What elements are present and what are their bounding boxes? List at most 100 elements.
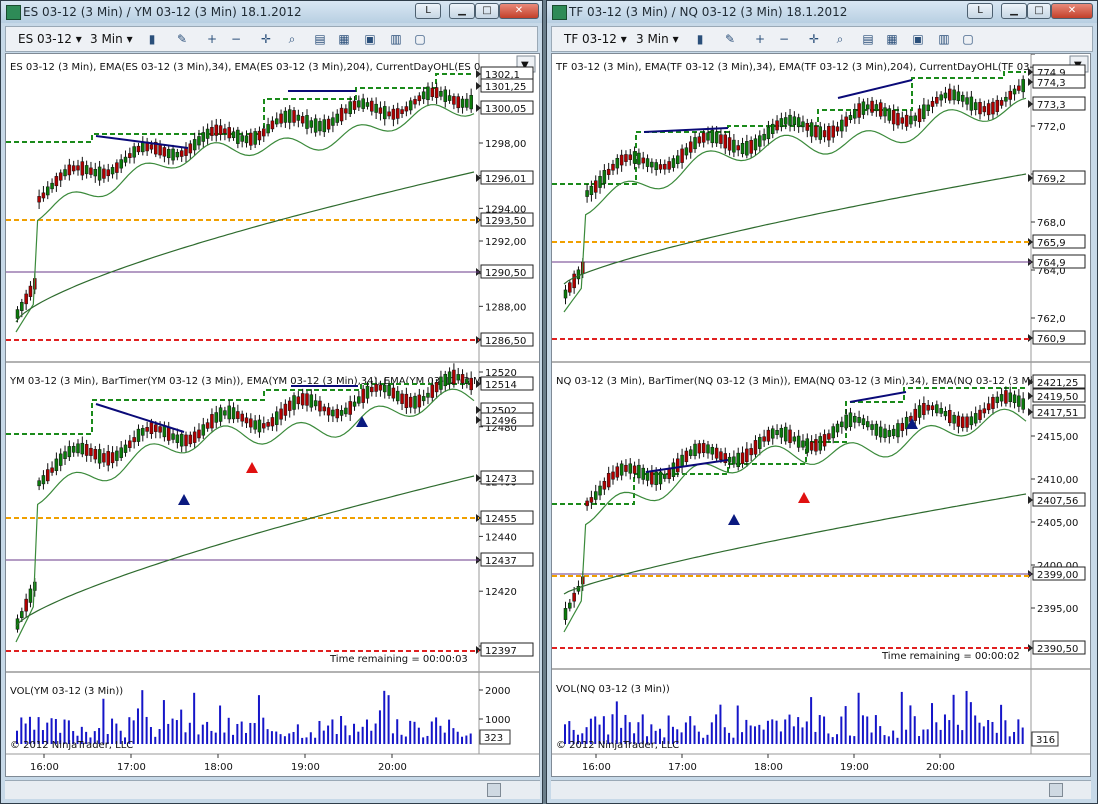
zoom-in-icon[interactable]: + [204, 31, 220, 47]
left-chart-area[interactable]: ES 03-12 (3 Min), EMA(ES 03-12 (3 Min),3… [5, 53, 540, 777]
properties-icon[interactable]: ▣ [910, 31, 926, 47]
time-tick-label: 18:00 [754, 762, 783, 773]
price-tag-text: 1296,01 [485, 174, 526, 185]
maximize-button[interactable]: □ [475, 3, 499, 19]
time-tick-label: 19:00 [291, 762, 320, 773]
right-horizontal-scrollbar[interactable] [551, 780, 1091, 799]
price-tag-text: 12397 [485, 646, 517, 657]
bar-timer: Time remaining = 00:00:03 [329, 654, 468, 665]
mid-panel-title: YM 03-12 (3 Min), BarTimer(YM 03-12 (3 M… [9, 376, 484, 387]
price-tag-text: 773,3 [1037, 100, 1066, 111]
interval-label: 3 Min [90, 32, 123, 46]
vol-bars [16, 690, 472, 744]
axis-tick-label: 2405,00 [1037, 518, 1078, 529]
mid-price-plot [6, 363, 479, 652]
axis-tick-label: 1000 [485, 715, 510, 726]
time-tick-label: 16:00 [30, 762, 59, 773]
price-tag-text: 2421,25 [1037, 378, 1078, 389]
time-tick-label: 17:00 [117, 762, 146, 773]
price-tag-text: 760,9 [1037, 334, 1066, 345]
close-button[interactable]: ✕ [1051, 3, 1093, 19]
mid-price-axis: 2415,002410,002405,002400,002395,00 [1031, 432, 1078, 615]
mid-price-tags: 12514125021249612473124551243712397 [476, 376, 534, 657]
interval-selector[interactable]: 3 Min ▾ [90, 32, 133, 46]
link-button[interactable]: L [415, 3, 441, 19]
price-tag-text: 1301,25 [485, 82, 526, 93]
top-price-axis: 772,0770,0768,0764,0762,0 [1031, 122, 1066, 325]
maximize-button[interactable]: □ [1027, 3, 1051, 19]
price-tag-text: 12473 [485, 474, 517, 485]
right-chart-area[interactable]: TF 03-12 (3 Min), EMA(TF 03-12 (3 Min),3… [551, 53, 1091, 777]
instrument-label: TF 03-12 [564, 32, 617, 46]
right-window-title: TF 03-12 (3 Min) / NQ 03-12 (3 Min) 18.1… [569, 5, 848, 19]
mid-panel-title: NQ 03-12 (3 Min), BarTimer(NQ 03-12 (3 M… [556, 376, 1039, 387]
app-icon [552, 5, 567, 20]
vol-axis: 2000 1000 [479, 686, 510, 726]
right-scroll-thumb[interactable] [1049, 783, 1063, 797]
axis-tick-label: 1292,00 [485, 237, 526, 248]
mid-price-plot [552, 386, 1031, 649]
time-axis: 16:00 17:00 18:00 19:00 20:00 [582, 754, 955, 773]
zoom-out-icon[interactable]: − [228, 31, 244, 47]
instrument-selector[interactable]: ES 03-12 ▾ [18, 32, 82, 46]
left-chart-svg: ES 03-12 (3 Min), EMA(ES 03-12 (3 Min),3… [6, 54, 539, 773]
template-icon[interactable]: ▢ [960, 31, 976, 47]
app-icon [6, 5, 21, 20]
data-box-icon[interactable]: ▥ [388, 31, 404, 47]
link-button[interactable]: L [967, 3, 993, 19]
time-tick-label: 20:00 [378, 762, 407, 773]
vol-axis: 5000 [1031, 54, 1062, 57]
price-tag-text: 2407,56 [1037, 496, 1078, 507]
time-tick-label: 16:00 [582, 762, 611, 773]
price-tag-text: 1290,50 [485, 268, 526, 279]
template-icon[interactable]: ▢ [412, 31, 428, 47]
right-title-bar[interactable]: TF 03-12 (3 Min) / NQ 03-12 (3 Min) 18.1… [547, 1, 1097, 23]
left-toolbar: ES 03-12 ▾ 3 Min ▾ ▮ ✎ + − ✛ ⌕ ▤ ▦ ▣ ▥ ▢ [5, 26, 538, 52]
time-tick-label: 19:00 [840, 762, 869, 773]
strategy-icon[interactable]: ▤ [312, 31, 328, 47]
price-tag-text: 12455 [485, 514, 517, 525]
price-tag-text: 2390,50 [1037, 644, 1078, 655]
left-window-title: ES 03-12 (3 Min) / YM 03-12 (3 Min) 18.1… [23, 5, 302, 19]
price-tag-text: 769,2 [1037, 174, 1066, 185]
zoom-in-icon[interactable]: + [752, 31, 768, 47]
top-price-plot [552, 71, 1031, 340]
minimize-button[interactable]: ▁ [1001, 3, 1027, 19]
crosshair-icon[interactable]: ✛ [258, 31, 274, 47]
data-box-icon[interactable]: ▥ [936, 31, 952, 47]
interval-selector[interactable]: 3 Min ▾ [636, 32, 679, 46]
magnify-icon[interactable]: ⌕ [284, 31, 300, 47]
top-price-tags: 774,9774,3773,3769,2765,9764,9760,9 [1028, 64, 1086, 345]
price-tag-text: 2399,00 [1037, 570, 1078, 581]
right-chart-window: TF 03-12 (3 Min) / NQ 03-12 (3 Min) 18.1… [546, 0, 1098, 804]
instrument-selector[interactable]: TF 03-12 ▾ [564, 32, 627, 46]
interval-label: 3 Min [636, 32, 669, 46]
zoom-out-icon[interactable]: − [776, 31, 792, 47]
vol-last-tag-text: 316 [1036, 735, 1055, 746]
axis-tick-label: 2000 [485, 686, 510, 697]
axis-tick-label: 768,0 [1037, 218, 1066, 229]
left-horizontal-scrollbar[interactable] [5, 780, 540, 799]
axis-tick-label: 2410,00 [1037, 475, 1078, 486]
indicator-icon[interactable]: ▦ [884, 31, 900, 47]
left-title-bar[interactable]: ES 03-12 (3 Min) / YM 03-12 (3 Min) 18.1… [1, 1, 542, 23]
strategy-icon[interactable]: ▤ [860, 31, 876, 47]
price-tag-text: 12514 [485, 380, 517, 391]
left-scroll-thumb[interactable] [487, 783, 501, 797]
indicator-icon[interactable]: ▦ [336, 31, 352, 47]
crosshair-icon[interactable]: ✛ [806, 31, 822, 47]
time-tick-label: 18:00 [204, 762, 233, 773]
minimize-button[interactable]: ▁ [449, 3, 475, 19]
bar-type-icon[interactable]: ▮ [144, 31, 160, 47]
vol-last-tag-text: 323 [484, 733, 503, 744]
bar-type-icon[interactable]: ▮ [692, 31, 708, 47]
draw-tool-icon[interactable]: ✎ [174, 31, 190, 47]
draw-tool-icon[interactable]: ✎ [722, 31, 738, 47]
close-button[interactable]: ✕ [499, 3, 539, 19]
top-price-axis: 1298,001296,001294,001292,001290,001288,… [479, 139, 526, 346]
axis-tick-label: 2395,00 [1037, 604, 1078, 615]
properties-icon[interactable]: ▣ [362, 31, 378, 47]
price-tag-text: 1286,50 [485, 336, 526, 347]
magnify-icon[interactable]: ⌕ [832, 31, 848, 47]
price-tag-text: 2417,51 [1037, 408, 1078, 419]
